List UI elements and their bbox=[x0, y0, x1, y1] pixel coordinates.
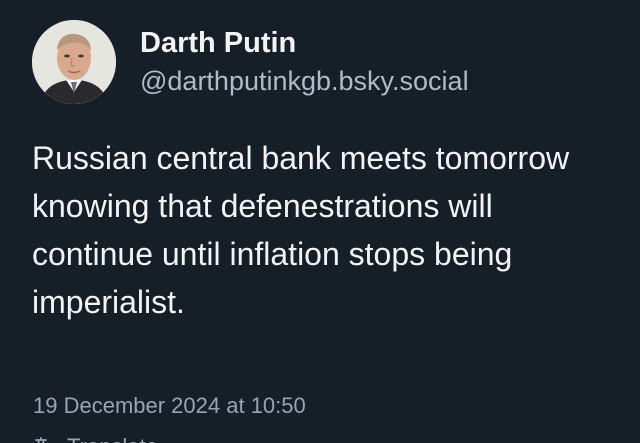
author-names: Darth Putin @darthputinkgb.bsky.social bbox=[140, 24, 469, 100]
translate-icon bbox=[35, 437, 47, 443]
post-card: Darth Putin @darthputinkgb.bsky.social R… bbox=[0, 0, 640, 443]
post-timestamp[interactable]: 19 December 2024 at 10:50 bbox=[33, 391, 306, 421]
avatar[interactable] bbox=[32, 20, 116, 104]
translate-button[interactable]: Translate bbox=[33, 432, 158, 443]
translate-label: Translate bbox=[67, 432, 158, 443]
author-handle[interactable]: @darthputinkgb.bsky.social bbox=[140, 62, 469, 100]
post-header: Darth Putin @darthputinkgb.bsky.social bbox=[32, 20, 469, 104]
profile-photo-icon bbox=[32, 20, 116, 104]
post-text: Russian central bank meets tomorrow know… bbox=[32, 140, 570, 320]
author-display-name[interactable]: Darth Putin bbox=[140, 24, 469, 62]
